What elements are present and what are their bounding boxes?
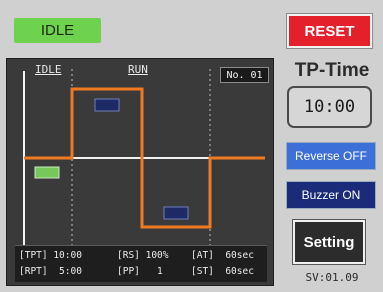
param-at: [AT] 60sec	[191, 250, 254, 261]
tp-time-label: TP-Time	[294, 60, 370, 81]
setting-button[interactable]: Setting	[293, 220, 365, 264]
param-pp: [PP] 1	[117, 266, 163, 277]
software-version: SV:01.09	[305, 271, 359, 284]
param-tpt: [TPT] 10:00	[19, 250, 82, 261]
reverse-marker	[163, 206, 189, 220]
program-number: No. 01	[220, 67, 269, 83]
param-st: [ST] 60sec	[191, 266, 254, 277]
param-rs: [RS] 100%	[117, 250, 169, 261]
reverse-toggle-button[interactable]: Reverse OFF	[286, 142, 376, 170]
idle-phase-label: IDLE	[35, 63, 62, 76]
status-badge: IDLE	[14, 18, 101, 43]
idle-marker	[34, 166, 60, 179]
param-rpt: [RPT] 5:00	[19, 266, 82, 277]
run-phase-label: RUN	[128, 63, 148, 76]
forward-marker	[94, 98, 120, 112]
reset-button[interactable]: RESET	[287, 14, 372, 48]
tp-time-display[interactable]: 10:00	[287, 86, 372, 128]
profile-chart-panel: IDLE RUN No. 01 [TPT] 10:00 [RS] 100% [A…	[6, 58, 274, 286]
buzzer-toggle-button[interactable]: Buzzer ON	[286, 181, 376, 209]
parameter-readout: [TPT] 10:00 [RS] 100% [AT] 60sec [RPT] 5…	[15, 245, 267, 282]
